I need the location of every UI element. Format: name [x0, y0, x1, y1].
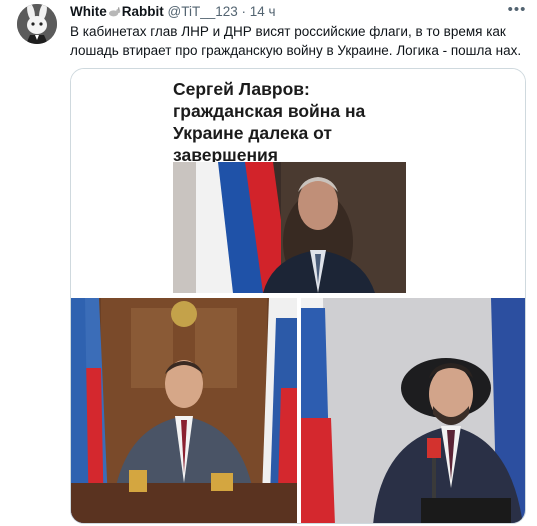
- lavrov-photo[interactable]: [173, 162, 406, 293]
- handle-and-time[interactable]: @TiT__123 · 14 ч: [168, 4, 276, 19]
- avatar[interactable]: [17, 4, 57, 44]
- headline: Сергей Лавров: гражданская война на Укра…: [173, 79, 366, 165]
- display-name[interactable]: White Rabbit: [70, 4, 164, 19]
- pushilin-photo[interactable]: [301, 298, 525, 523]
- display-name-part2[interactable]: Rabbit: [122, 4, 164, 19]
- media-card[interactable]: Сергей Лавров: гражданская война на Укра…: [70, 68, 526, 524]
- lavrov-photo-image: [173, 162, 406, 293]
- rabbit-emoji-icon: [108, 7, 121, 17]
- pasechnik-photo[interactable]: [71, 298, 297, 523]
- tweet-text: В кабинетах глав ЛНР и ДНР висят российс…: [70, 24, 522, 58]
- pasechnik-photo-image: [71, 298, 297, 523]
- rabbit-avatar-icon: [17, 4, 57, 44]
- more-icon[interactable]: •••: [505, 0, 529, 20]
- tweet-header: White Rabbit @TiT__123 · 14 ч: [70, 3, 276, 20]
- display-name-part1[interactable]: White: [70, 4, 107, 19]
- pushilin-photo-image: [301, 298, 525, 523]
